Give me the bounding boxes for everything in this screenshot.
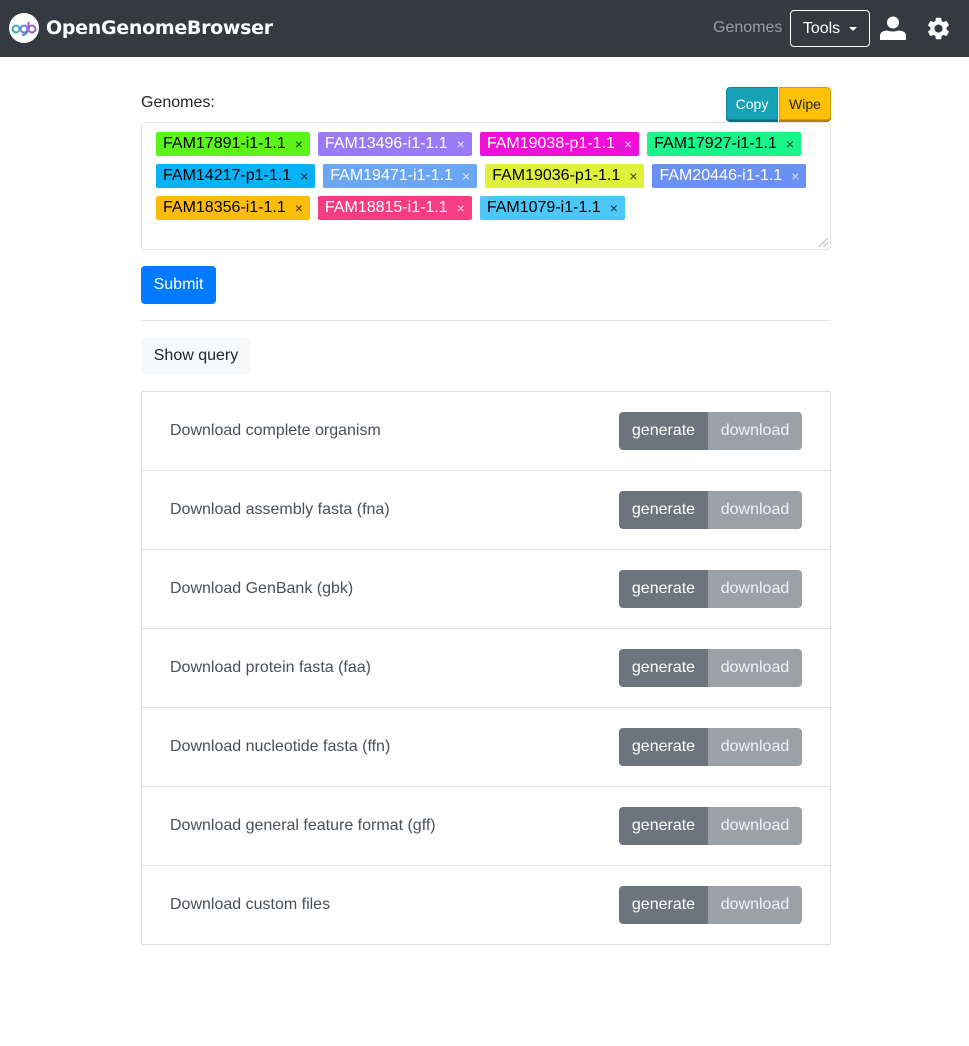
user-icon[interactable] <box>880 16 906 45</box>
genome-tag-label: FAM17891-i1-1.1 <box>163 135 286 152</box>
remove-tag-icon[interactable]: × <box>624 136 632 152</box>
divider <box>141 320 831 321</box>
download-button[interactable]: download <box>708 886 802 924</box>
gear-icon[interactable] <box>925 15 952 47</box>
copy-button[interactable]: Copy <box>726 87 778 120</box>
download-row: Download general feature format (gff) gen… <box>142 787 830 866</box>
genome-tag-label: FAM18356-i1-1.1 <box>163 199 286 216</box>
genome-tag: FAM18356-i1-1.1 × <box>156 196 310 220</box>
download-button-group: generate download <box>619 412 802 450</box>
ogb-logo-icon <box>9 13 39 43</box>
genome-tag-label: FAM19471-i1-1.1 <box>330 167 453 184</box>
show-query-button[interactable]: Show query <box>141 337 251 375</box>
genome-tag-label: FAM19038-p1-1.1 <box>486 135 615 152</box>
caret-down-icon <box>849 26 858 31</box>
generate-button[interactable]: generate <box>619 649 708 687</box>
genome-tag-input[interactable]: FAM17891-i1-1.1 × FAM13496-i1-1.1 × FAM19038… <box>141 122 831 250</box>
generate-button[interactable]: generate <box>619 728 708 766</box>
download-row: Download custom files generate download <box>142 866 830 944</box>
genome-tag-label: FAM18815-i1-1.1 <box>324 199 448 216</box>
tools-label: Tools <box>802 19 841 37</box>
genome-tag-label: FAM14217-p1-1.1 <box>163 167 292 184</box>
download-row: Download GenBank (gbk) generate download <box>142 550 830 629</box>
download-row-label: Download custom files <box>170 896 331 913</box>
download-button-group: generate download <box>619 570 802 608</box>
generate-button[interactable]: generate <box>619 491 708 529</box>
genome-tag: FAM1079-i1-1.1 × <box>479 196 625 220</box>
download-button[interactable]: download <box>708 649 802 687</box>
brand-link[interactable]: OpenGenomeBrowser <box>9 13 273 43</box>
remove-tag-icon[interactable]: × <box>457 136 465 152</box>
download-row-label: Download assembly fasta (fna) <box>170 501 390 518</box>
remove-tag-icon[interactable]: × <box>629 168 637 184</box>
nav-link-genomes[interactable]: Genomes <box>713 19 782 37</box>
remove-tag-icon[interactable]: × <box>610 200 618 216</box>
genome-tag: FAM14217-p1-1.1 × <box>156 164 316 188</box>
genome-tag-label: FAM20446-i1-1.1 <box>659 167 783 184</box>
download-row-label: Download protein fasta (faa) <box>170 659 371 676</box>
genome-tag: FAM17891-i1-1.1 × <box>156 132 310 156</box>
submit-button[interactable]: Submit <box>141 266 216 304</box>
generate-button[interactable]: generate <box>619 412 708 450</box>
genome-tag: FAM18815-i1-1.1 × <box>317 196 472 220</box>
download-button[interactable]: download <box>708 807 802 845</box>
download-button-group: generate download <box>619 491 802 529</box>
download-button[interactable]: download <box>708 491 802 529</box>
genome-tag-label: FAM13496-i1-1.1 <box>324 135 448 152</box>
download-row-label: Download nucleotide fasta (ffn) <box>170 738 391 755</box>
download-button[interactable]: download <box>708 570 802 608</box>
genome-tag: FAM13496-i1-1.1 × <box>317 132 472 156</box>
remove-tag-icon[interactable]: × <box>300 168 308 184</box>
remove-tag-icon[interactable]: × <box>295 200 303 216</box>
tools-dropdown-button[interactable]: Tools <box>790 10 870 47</box>
resize-handle-icon[interactable] <box>819 238 828 247</box>
download-row-label: Download GenBank (gbk) <box>170 580 354 597</box>
generate-button[interactable]: generate <box>619 807 708 845</box>
generate-button[interactable]: generate <box>619 570 708 608</box>
genome-tag-label: FAM17927-i1-1.1 <box>654 135 777 152</box>
download-row-label: Download general feature format (gff) <box>170 817 436 834</box>
genomes-label: Genomes: <box>141 94 215 111</box>
genome-tag: FAM20446-i1-1.1 × <box>652 164 807 188</box>
remove-tag-icon[interactable]: × <box>791 168 799 184</box>
download-button-group: generate download <box>619 728 802 766</box>
download-button-group: generate download <box>619 649 802 687</box>
remove-tag-icon[interactable]: × <box>295 136 303 152</box>
download-row: Download complete organism generate downlo… <box>142 392 830 471</box>
genome-tag: FAM19038-p1-1.1 × <box>479 132 640 156</box>
genome-tag: FAM19036-p1-1.1 × <box>485 164 645 188</box>
download-button-group: generate download <box>619 886 802 924</box>
genome-tag-list: FAM17891-i1-1.1 × FAM13496-i1-1.1 × FAM19038… <box>156 132 816 220</box>
remove-tag-icon[interactable]: × <box>786 136 794 152</box>
genome-tag: FAM19471-i1-1.1 × <box>323 164 478 188</box>
download-row-label: Download complete organism <box>170 422 381 439</box>
remove-tag-icon[interactable]: × <box>462 168 470 184</box>
navbar: OpenGenomeBrowser Genomes Tools <box>0 0 969 57</box>
download-list: Download complete organism generate downlo… <box>141 391 831 945</box>
download-button[interactable]: download <box>708 728 802 766</box>
brand-name: OpenGenomeBrowser <box>46 17 273 39</box>
genome-tag-label: FAM19036-p1-1.1 <box>492 167 621 184</box>
wipe-button[interactable]: Wipe <box>779 87 831 120</box>
generate-button[interactable]: generate <box>619 886 708 924</box>
genome-tag: FAM17927-i1-1.1 × <box>647 132 802 156</box>
download-button-group: generate download <box>619 807 802 845</box>
download-row: Download nucleotide fasta (ffn) generate d… <box>142 708 830 787</box>
genome-tag-label: FAM1079-i1-1.1 <box>486 199 601 216</box>
download-row: Download assembly fasta (fna) generate dow… <box>142 471 830 550</box>
download-button[interactable]: download <box>708 412 802 450</box>
remove-tag-icon[interactable]: × <box>457 200 465 216</box>
download-row: Download protein fasta (faa) generate down… <box>142 629 830 708</box>
